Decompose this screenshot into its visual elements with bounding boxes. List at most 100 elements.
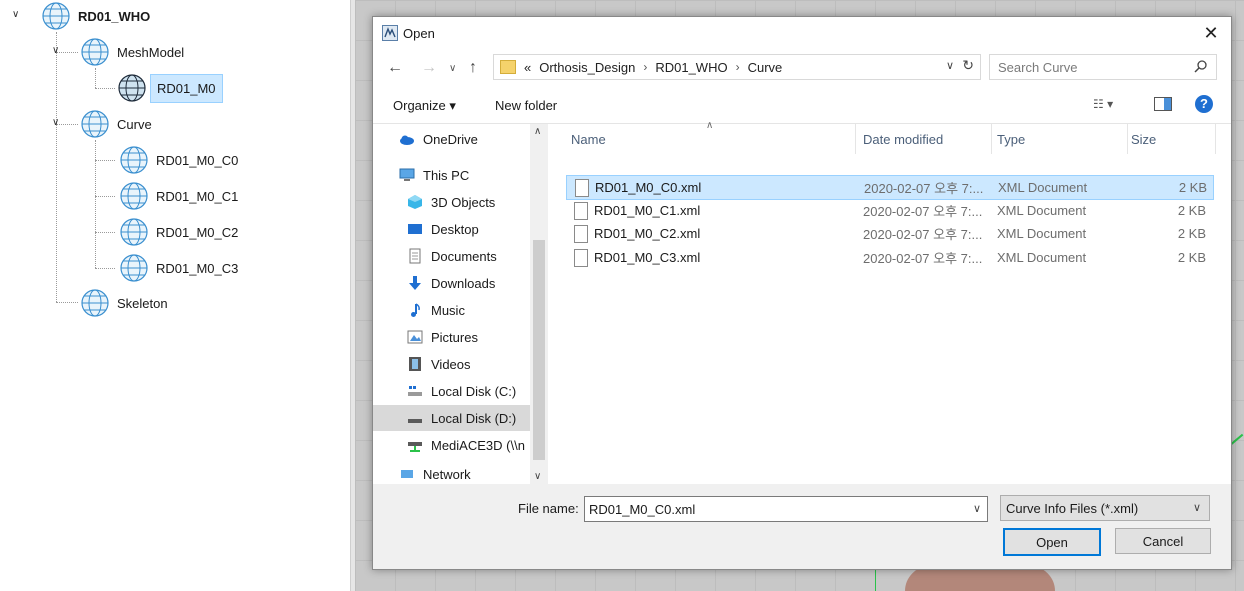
nav-pane-scrollbar[interactable]: ∧ ∨	[530, 124, 548, 484]
column-header-label: Name	[571, 131, 606, 147]
search-icon[interactable]	[1194, 59, 1208, 73]
address-bar[interactable]: « Orthosis_Design › RD01_WHO › Curve ∨ ↻	[493, 54, 981, 80]
nav-item-desktop[interactable]: Desktop	[373, 216, 549, 242]
nav-item-label: Desktop	[431, 221, 479, 237]
nav-item-videos[interactable]: Videos	[373, 351, 549, 377]
close-icon: ✕	[1203, 22, 1219, 43]
back-arrow-icon[interactable]: ←	[387, 59, 403, 77]
file-size: 2 KB	[1177, 226, 1206, 241]
navigation-row: ← → ∨ ↑ « Orthosis_Design › RD01_WHO › C…	[373, 49, 1231, 87]
column-header-date[interactable]: Date modified	[859, 124, 992, 154]
chevron-down-icon[interactable]: ∨	[52, 45, 62, 56]
chevron-down-icon[interactable]: ∨	[12, 9, 22, 20]
chevron-down-icon[interactable]: ∨	[946, 59, 954, 72]
dialog-titlebar[interactable]: Open ✕	[373, 17, 1231, 49]
view-options-icon[interactable]: ☷ ▾	[1093, 97, 1113, 111]
nav-item-this-pc[interactable]: This PC	[373, 162, 549, 188]
music-note-icon	[411, 303, 420, 317]
column-header-name[interactable]: Name	[571, 124, 856, 154]
cube-icon	[408, 195, 422, 209]
drive-icon	[408, 386, 422, 396]
scene-tree-panel: ∨ RD01_WHO ∨ MeshModel RD01_M0 ∨ Curve R…	[0, 0, 350, 591]
column-header-label: Date modified	[863, 131, 944, 147]
chevron-down-icon[interactable]: ∨	[534, 471, 541, 482]
cloud-icon	[400, 135, 414, 145]
file-size: 2 KB	[1177, 203, 1206, 218]
tree-node-skeleton[interactable]: Skeleton	[79, 287, 168, 319]
scrollbar-thumb[interactable]	[533, 240, 545, 460]
tree-node-label: RD01_M0	[150, 73, 223, 103]
chevron-up-icon[interactable]: ∧	[534, 126, 541, 137]
file-name-input[interactable]: RD01_M0_C0.xml ∨	[584, 496, 988, 522]
tree-node-curve-c3[interactable]: RD01_M0_C3	[118, 252, 238, 284]
tree-node-label: MeshModel	[117, 44, 185, 60]
tree-node-label: RD01_M0_C3	[156, 260, 239, 276]
tree-node-meshmodel[interactable]: MeshModel	[79, 36, 184, 68]
nav-item-local-disk-c[interactable]: Local Disk (C:)	[373, 378, 549, 404]
nav-item-label: Local Disk (C:)	[431, 383, 517, 399]
file-row[interactable]: RD01_M0_C1.xml 2020-02-07 오후 7:... XML D…	[566, 199, 1212, 222]
search-box[interactable]: Search Curve	[989, 54, 1217, 80]
file-row[interactable]: RD01_M0_C2.xml 2020-02-07 오후 7:... XML D…	[566, 222, 1212, 245]
chevron-down-icon[interactable]: ∨	[973, 502, 981, 515]
up-arrow-icon[interactable]: ↑	[469, 59, 477, 77]
tree-connector	[95, 196, 115, 197]
file-name: RD01_M0_C0.xml	[595, 180, 702, 195]
file-name-label: File name:	[518, 501, 579, 516]
tree-connector	[95, 232, 115, 233]
globe-icon	[81, 110, 109, 138]
sort-ascending-icon: ∧	[706, 120, 714, 131]
breadcrumb-separator-icon[interactable]: ›	[643, 60, 647, 74]
tree-node-curve-c2[interactable]: RD01_M0_C2	[118, 216, 238, 248]
file-type-filter-select[interactable]: Curve Info Files (*.xml) ∨	[1000, 495, 1210, 521]
chevron-down-icon[interactable]: ∨	[52, 117, 62, 128]
column-header-size[interactable]: Size	[1127, 124, 1216, 154]
close-button[interactable]: ✕	[1191, 17, 1231, 49]
nav-item-label: Music	[431, 302, 465, 318]
column-header-type[interactable]: Type	[993, 124, 1128, 154]
breadcrumb-overflow[interactable]: «	[524, 60, 531, 75]
file-row[interactable]: RD01_M0_C3.xml 2020-02-07 오후 7:... XML D…	[566, 246, 1212, 269]
breadcrumb-item[interactable]: RD01_WHO	[655, 60, 727, 75]
file-type: XML Document	[998, 180, 1088, 195]
nav-item-local-disk-d[interactable]: Local Disk (D:)	[373, 405, 531, 431]
breadcrumb-separator-icon[interactable]: ›	[736, 60, 740, 74]
tree-node-curve[interactable]: Curve	[79, 108, 152, 140]
nav-item-downloads[interactable]: Downloads	[373, 270, 549, 296]
new-folder-button[interactable]: New folder	[495, 98, 557, 113]
forward-arrow-icon[interactable]: →	[421, 59, 437, 77]
open-button[interactable]: Open	[1003, 528, 1101, 556]
file-icon	[574, 225, 588, 243]
globe-icon	[81, 38, 109, 66]
file-list: Name ∧ Date modified Type Size RD01_M0_C…	[549, 120, 1231, 484]
app-icon	[382, 25, 398, 41]
column-header-label: Type	[997, 131, 1026, 147]
preview-pane-icon[interactable]	[1154, 97, 1172, 111]
cancel-button[interactable]: Cancel	[1115, 528, 1211, 554]
tree-node-curve-c1[interactable]: RD01_M0_C1	[118, 180, 238, 212]
nav-item-network[interactable]: Network	[373, 461, 549, 484]
help-icon[interactable]: ?	[1195, 95, 1213, 113]
axis-line	[875, 568, 876, 591]
nav-item-documents[interactable]: Documents	[373, 243, 549, 269]
file-row[interactable]: RD01_M0_C0.xml 2020-02-07 오후 7:... XML D…	[566, 175, 1214, 200]
tree-node-curve-c0[interactable]: RD01_M0_C0	[118, 144, 238, 176]
organize-menu-button[interactable]: Organize ▾	[393, 98, 456, 114]
file-size: 2 KB	[1177, 250, 1206, 265]
nav-item-label: Network	[423, 466, 471, 482]
recent-locations-chevron-icon[interactable]: ∨	[449, 63, 456, 74]
nav-item-onedrive[interactable]: OneDrive	[373, 126, 549, 152]
chevron-down-icon[interactable]: ∨	[1193, 501, 1201, 514]
nav-item-music[interactable]: Music	[373, 297, 549, 323]
tree-node-label: Skeleton	[117, 295, 168, 311]
tree-node-mesh-m0[interactable]: RD01_M0	[116, 72, 223, 104]
breadcrumb-item[interactable]: Curve	[748, 60, 783, 75]
nav-item-pictures[interactable]: Pictures	[373, 324, 549, 350]
tree-connector	[95, 68, 96, 88]
tree-node-root[interactable]: RD01_WHO	[40, 0, 150, 32]
nav-item-network-drive[interactable]: MediACE3D (\\n	[373, 432, 549, 458]
breadcrumb-item[interactable]: Orthosis_Design	[539, 60, 635, 75]
refresh-icon[interactable]: ↻	[962, 57, 974, 74]
file-date: 2020-02-07 오후 7:...	[864, 181, 984, 196]
nav-item-3d-objects[interactable]: 3D Objects	[373, 189, 549, 215]
